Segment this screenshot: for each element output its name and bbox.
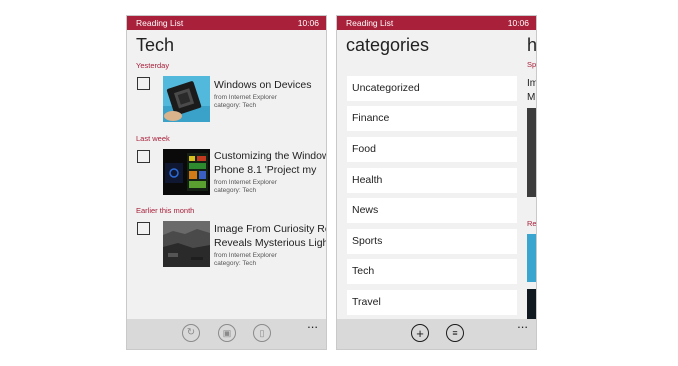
article-title[interactable]: Windows on Devices xyxy=(214,79,326,92)
article-source: from Internet Explorer xyxy=(214,252,277,259)
page-title: Tech xyxy=(136,35,175,55)
article-title-line-1[interactable]: Image From Curiosity Ro xyxy=(214,223,326,236)
app-name: Reading List xyxy=(346,18,394,28)
article-thumbnail[interactable] xyxy=(163,221,210,267)
trash-icon: ▯ xyxy=(259,327,265,338)
category-tile-sports[interactable]: Sports xyxy=(347,229,517,254)
group-header-last-week: Last week xyxy=(136,134,170,143)
add-category-button[interactable]: + xyxy=(411,324,429,342)
article-thumbnail[interactable] xyxy=(163,149,210,195)
group-header-earlier-this-month: Earlier this month xyxy=(136,206,195,215)
peek-title: h xyxy=(527,35,537,55)
peek-thumbnail xyxy=(527,234,536,282)
article-category: category: Tech xyxy=(214,187,257,194)
delete-button[interactable]: ▯ xyxy=(253,324,271,342)
categories-screen: Reading List 10:06 categories Uncategori… xyxy=(336,15,537,350)
refresh-button[interactable]: ↻ xyxy=(182,324,200,342)
app-bar: + ≡ ... xyxy=(337,317,536,349)
article-thumbnail[interactable] xyxy=(163,76,210,122)
select-checkbox[interactable] xyxy=(137,150,150,163)
status-bar: Reading List 10:06 xyxy=(127,16,326,30)
status-bar: Reading List 10:06 xyxy=(337,16,536,30)
more-options-button[interactable]: ... xyxy=(307,317,318,331)
list-icon: ≡ xyxy=(452,327,458,338)
more-options-button[interactable]: ... xyxy=(517,317,528,331)
category-tile-uncategorized[interactable]: Uncategorized xyxy=(347,76,517,101)
category-tile-food[interactable]: Food xyxy=(347,137,517,162)
page-title: categories xyxy=(346,35,430,55)
select-checkbox[interactable] xyxy=(137,222,150,235)
app-name: Reading List xyxy=(136,18,184,28)
article-title-line-1[interactable]: Customizing the Window xyxy=(214,150,326,163)
clock: 10:06 xyxy=(507,18,529,28)
article-source: from Internet Explorer xyxy=(214,179,277,186)
app-bar: ↻ ▣ ▯ ... xyxy=(127,317,326,349)
article-category: category: Tech xyxy=(214,260,257,267)
clock: 10:06 xyxy=(297,18,319,28)
refresh-icon: ↻ xyxy=(186,327,196,338)
article-title-line-2[interactable]: Phone 8.1 'Project my xyxy=(214,164,326,177)
category-tile-travel[interactable]: Travel xyxy=(347,290,517,315)
next-page-peek[interactable]: h Sp Im M Re xyxy=(527,30,537,349)
peek-text: M xyxy=(527,92,536,103)
manage-list-button[interactable]: ≡ xyxy=(446,324,464,342)
category-tile-news[interactable]: News xyxy=(347,198,517,223)
category-icon: ▣ xyxy=(222,327,232,338)
category-tile-tech[interactable]: Tech xyxy=(347,259,517,284)
select-checkbox[interactable] xyxy=(137,77,150,90)
peek-group-header: Sp xyxy=(527,60,537,69)
category-tile-health[interactable]: Health xyxy=(347,168,517,193)
plus-icon: + xyxy=(416,325,424,341)
peek-text: Im xyxy=(527,78,537,89)
categorize-button[interactable]: ▣ xyxy=(218,324,236,342)
article-category: category: Tech xyxy=(214,102,257,109)
reading-list-tech-screen: Reading List 10:06 Tech Yesterday Window… xyxy=(126,15,327,350)
category-tile-finance[interactable]: Finance xyxy=(347,106,517,131)
group-header-yesterday: Yesterday xyxy=(136,61,170,70)
article-source: from Internet Explorer xyxy=(214,94,277,101)
peek-thumbnail xyxy=(527,108,536,197)
peek-group-header: Re xyxy=(527,219,537,228)
article-title-line-2[interactable]: Reveals Mysterious Ligh xyxy=(214,237,326,250)
